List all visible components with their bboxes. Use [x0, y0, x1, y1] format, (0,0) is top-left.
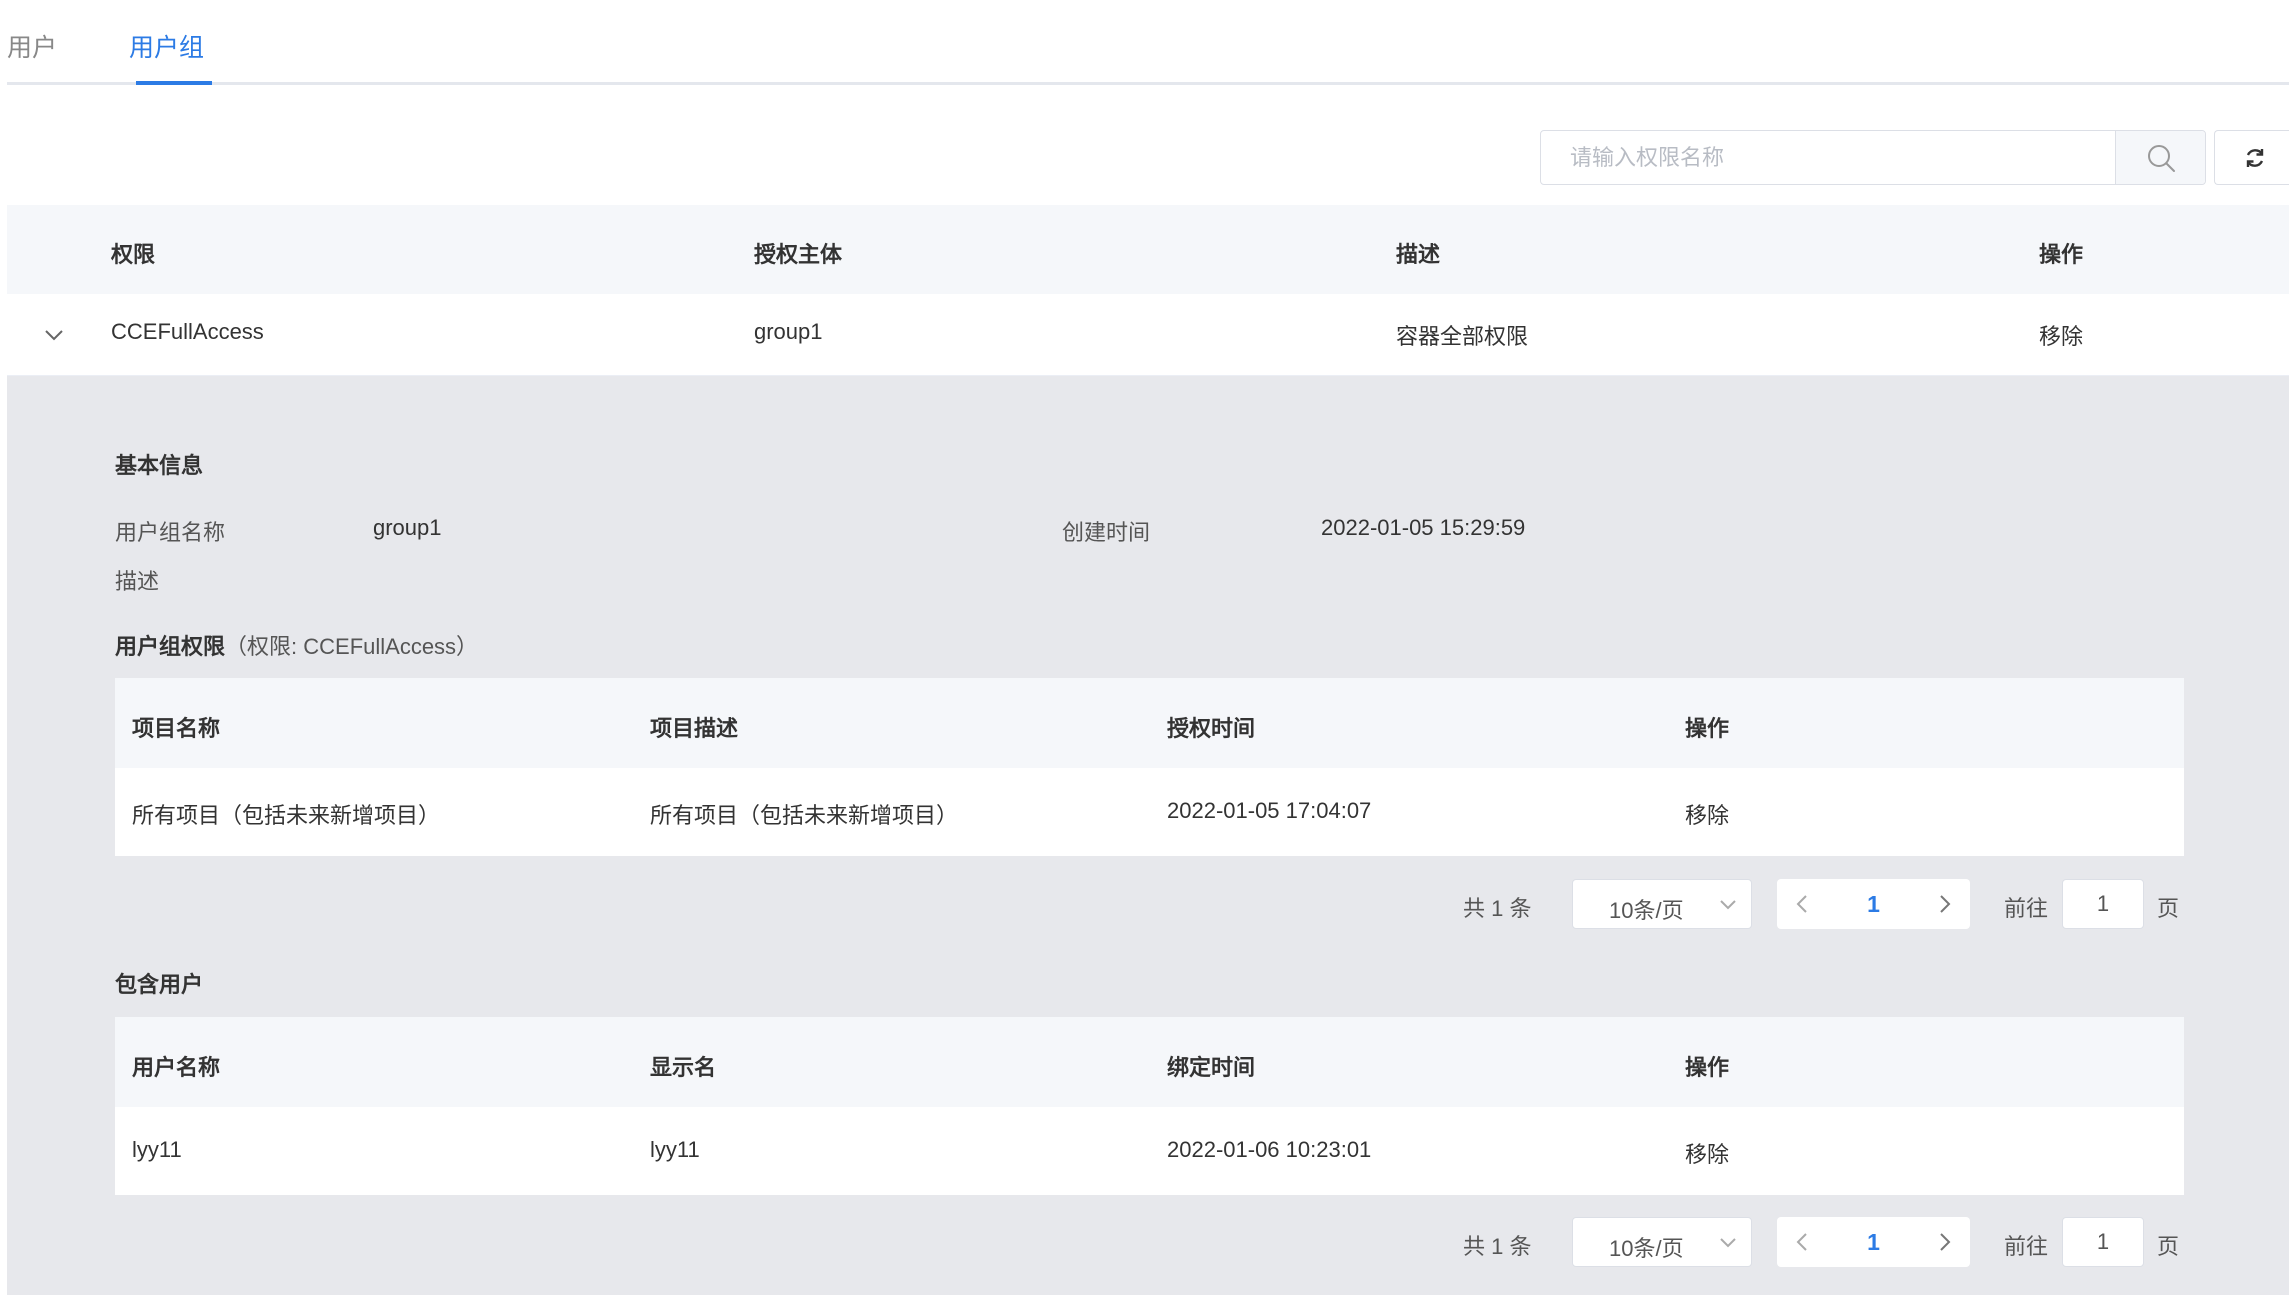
user-table-header: 用户名称 显示名 绑定时间 操作 [115, 1017, 2184, 1107]
chevron-down-icon [45, 330, 63, 341]
table-row: CCEFullAccess group1 容器全部权限 移除 [7, 294, 2289, 376]
display-name-cell: lyy11 [650, 1137, 700, 1162]
project-permission-table: 项目名称 项目描述 授权时间 操作 所有项目（包括未来新增项目） 所有项目（包括… [115, 678, 2184, 856]
search-input[interactable] [1542, 132, 2117, 183]
pagination-total: 共 1 条 [1463, 896, 1532, 921]
project-desc-cell: 所有项目（包括未来新增项目） [650, 803, 959, 828]
pager-controls: 1 [1777, 1217, 1970, 1267]
user-name-cell: lyy11 [132, 1137, 182, 1162]
created-time-value: 2022-01-05 15:29:59 [1321, 515, 1526, 540]
included-users-title: 包含用户 [115, 972, 204, 997]
next-page-button[interactable] [1920, 1217, 1970, 1267]
page-size-value: 10条/页 [1609, 1236, 1684, 1261]
current-page[interactable]: 1 [1857, 891, 1890, 918]
remove-project-button[interactable]: 移除 [1685, 798, 1729, 830]
permission-table-header: 权限 授权主体 描述 操作 [7, 205, 2289, 294]
remove-user-button[interactable]: 移除 [1685, 1137, 1729, 1169]
prev-page-button[interactable] [1777, 879, 1827, 929]
group-permission-title: 用户组权限 [115, 634, 226, 659]
tab-user-groups[interactable]: 用户组 [129, 28, 204, 64]
chevron-down-icon [1720, 900, 1736, 910]
page-size-select[interactable]: 10条/页 [1572, 879, 1752, 929]
table-row: lyy11 lyy11 2022-01-06 10:23:01 移除 [115, 1107, 2184, 1195]
table-row: 所有项目（包括未来新增项目） 所有项目（包括未来新增项目） 2022-01-05… [115, 768, 2184, 856]
chevron-left-icon [1796, 1233, 1807, 1251]
search-button[interactable] [2115, 131, 2205, 184]
page-size-select[interactable]: 10条/页 [1572, 1217, 1752, 1267]
goto-page-input[interactable] [2062, 879, 2144, 929]
active-tab-indicator [136, 81, 212, 85]
col-project-desc: 项目描述 [650, 716, 739, 741]
pager-controls: 1 [1777, 879, 1970, 929]
permission-link[interactable]: CCEFullAccess [111, 319, 264, 345]
project-pagination: 共 1 条 10条/页 1 前往 页 [1463, 879, 2193, 929]
chevron-right-icon [1940, 895, 1951, 913]
col-bind-time: 绑定时间 [1167, 1055, 1256, 1080]
group-permission-note: （权限: CCEFullAccess） [225, 634, 479, 659]
project-name-cell: 所有项目（包括未来新增项目） [132, 803, 441, 828]
col-description: 描述 [1396, 242, 1441, 267]
chevron-right-icon [1940, 1233, 1951, 1251]
chevron-down-icon [1720, 1238, 1736, 1248]
col-action: 操作 [2039, 242, 2084, 267]
pagination-total: 共 1 条 [1463, 1234, 1532, 1259]
col-grant-time: 授权时间 [1167, 716, 1256, 741]
description-label: 描述 [115, 569, 160, 594]
created-time-label: 创建时间 [1062, 520, 1151, 545]
chevron-left-icon [1796, 895, 1807, 913]
col-display-name: 显示名 [650, 1055, 717, 1080]
refresh-button[interactable] [2214, 130, 2289, 185]
remove-permission-button[interactable]: 移除 [2039, 319, 2083, 351]
group-users-table: 用户名称 显示名 绑定时间 操作 lyy11 lyy11 2022-01-06 … [115, 1017, 2184, 1195]
grant-time-cell: 2022-01-05 17:04:07 [1167, 798, 1372, 823]
col-project-action: 操作 [1685, 716, 1730, 741]
page-size-value: 10条/页 [1609, 898, 1684, 923]
col-principal: 授权主体 [754, 242, 843, 267]
tab-bar: 用户 用户组 [7, 0, 2289, 85]
col-user-name: 用户名称 [132, 1055, 221, 1080]
current-page[interactable]: 1 [1857, 1229, 1890, 1256]
search-icon [2147, 144, 2175, 172]
prev-page-button[interactable] [1777, 1217, 1827, 1267]
next-page-button[interactable] [1920, 879, 1970, 929]
basic-info-title: 基本信息 [115, 453, 204, 478]
page-unit-label: 页 [2157, 1234, 2180, 1259]
col-permission: 权限 [111, 242, 156, 267]
group-permission-heading: 用户组权限（权限: CCEFullAccess） [115, 629, 478, 661]
col-project-name: 项目名称 [132, 716, 221, 741]
search-box [1540, 130, 2206, 185]
expanded-detail-panel: 基本信息 用户组名称 group1 创建时间 2022-01-05 15:29:… [7, 376, 2289, 1295]
page-unit-label: 页 [2157, 896, 2180, 921]
refresh-icon [2246, 148, 2263, 167]
expand-row-toggle[interactable] [39, 320, 69, 350]
description-cell: 容器全部权限 [1396, 324, 1529, 349]
goto-label: 前往 [2004, 896, 2049, 921]
user-pagination: 共 1 条 10条/页 1 前往 页 [1463, 1217, 2193, 1267]
goto-page-input[interactable] [2062, 1217, 2144, 1267]
group-name-label: 用户组名称 [115, 520, 226, 545]
project-table-header: 项目名称 项目描述 授权时间 操作 [115, 678, 2184, 768]
bind-time-cell: 2022-01-06 10:23:01 [1167, 1137, 1372, 1162]
goto-label: 前往 [2004, 1234, 2049, 1259]
tab-users[interactable]: 用户 [7, 28, 57, 64]
col-user-action: 操作 [1685, 1055, 1730, 1080]
principal-cell: group1 [754, 319, 823, 344]
group-name-value: group1 [373, 515, 442, 540]
